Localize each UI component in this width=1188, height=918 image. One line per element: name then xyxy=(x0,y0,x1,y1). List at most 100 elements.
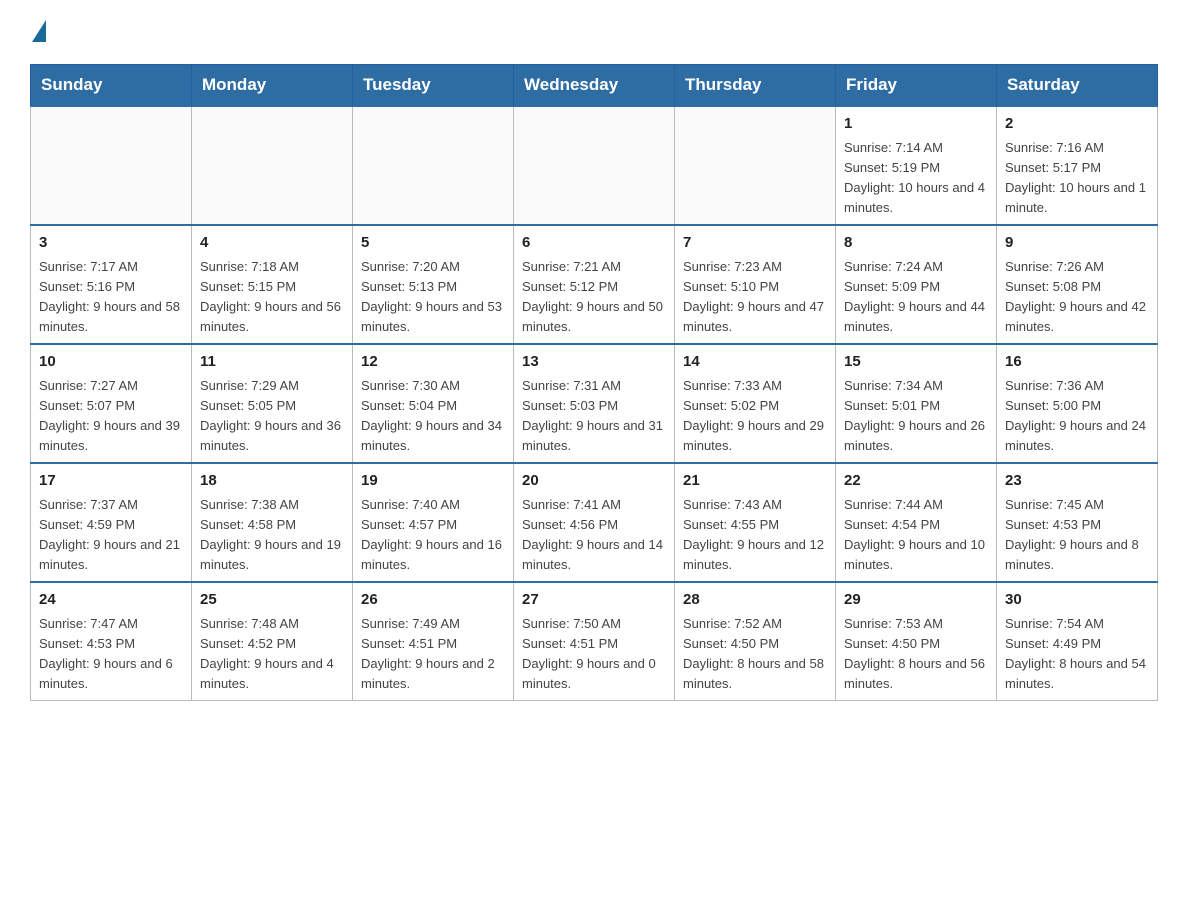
day-info: Sunrise: 7:36 AM Sunset: 5:00 PM Dayligh… xyxy=(1005,376,1149,457)
weekday-header-friday: Friday xyxy=(836,65,997,107)
calendar-cell: 2Sunrise: 7:16 AM Sunset: 5:17 PM Daylig… xyxy=(997,106,1158,225)
day-info: Sunrise: 7:34 AM Sunset: 5:01 PM Dayligh… xyxy=(844,376,988,457)
calendar-cell: 4Sunrise: 7:18 AM Sunset: 5:15 PM Daylig… xyxy=(192,225,353,344)
day-info: Sunrise: 7:16 AM Sunset: 5:17 PM Dayligh… xyxy=(1005,138,1149,219)
calendar-cell: 12Sunrise: 7:30 AM Sunset: 5:04 PM Dayli… xyxy=(353,344,514,463)
day-number: 15 xyxy=(844,351,988,374)
day-number: 19 xyxy=(361,470,505,493)
calendar-cell: 19Sunrise: 7:40 AM Sunset: 4:57 PM Dayli… xyxy=(353,463,514,582)
weekday-header-row: SundayMondayTuesdayWednesdayThursdayFrid… xyxy=(31,65,1158,107)
weekday-header-saturday: Saturday xyxy=(997,65,1158,107)
day-number: 27 xyxy=(522,589,666,612)
calendar-cell: 30Sunrise: 7:54 AM Sunset: 4:49 PM Dayli… xyxy=(997,582,1158,701)
calendar-cell: 14Sunrise: 7:33 AM Sunset: 5:02 PM Dayli… xyxy=(675,344,836,463)
day-number: 20 xyxy=(522,470,666,493)
day-number: 13 xyxy=(522,351,666,374)
calendar-cell: 7Sunrise: 7:23 AM Sunset: 5:10 PM Daylig… xyxy=(675,225,836,344)
calendar-cell: 29Sunrise: 7:53 AM Sunset: 4:50 PM Dayli… xyxy=(836,582,997,701)
day-info: Sunrise: 7:37 AM Sunset: 4:59 PM Dayligh… xyxy=(39,495,183,576)
calendar-cell: 3Sunrise: 7:17 AM Sunset: 5:16 PM Daylig… xyxy=(31,225,192,344)
calendar-cell: 18Sunrise: 7:38 AM Sunset: 4:58 PM Dayli… xyxy=(192,463,353,582)
calendar-cell: 13Sunrise: 7:31 AM Sunset: 5:03 PM Dayli… xyxy=(514,344,675,463)
day-info: Sunrise: 7:33 AM Sunset: 5:02 PM Dayligh… xyxy=(683,376,827,457)
day-info: Sunrise: 7:49 AM Sunset: 4:51 PM Dayligh… xyxy=(361,614,505,695)
week-row-4: 17Sunrise: 7:37 AM Sunset: 4:59 PM Dayli… xyxy=(31,463,1158,582)
day-info: Sunrise: 7:38 AM Sunset: 4:58 PM Dayligh… xyxy=(200,495,344,576)
day-info: Sunrise: 7:17 AM Sunset: 5:16 PM Dayligh… xyxy=(39,257,183,338)
weekday-header-monday: Monday xyxy=(192,65,353,107)
weekday-header-thursday: Thursday xyxy=(675,65,836,107)
calendar-table: SundayMondayTuesdayWednesdayThursdayFrid… xyxy=(30,64,1158,701)
week-row-3: 10Sunrise: 7:27 AM Sunset: 5:07 PM Dayli… xyxy=(31,344,1158,463)
calendar-cell: 26Sunrise: 7:49 AM Sunset: 4:51 PM Dayli… xyxy=(353,582,514,701)
day-info: Sunrise: 7:31 AM Sunset: 5:03 PM Dayligh… xyxy=(522,376,666,457)
day-number: 21 xyxy=(683,470,827,493)
day-info: Sunrise: 7:21 AM Sunset: 5:12 PM Dayligh… xyxy=(522,257,666,338)
calendar-cell: 9Sunrise: 7:26 AM Sunset: 5:08 PM Daylig… xyxy=(997,225,1158,344)
calendar-cell: 15Sunrise: 7:34 AM Sunset: 5:01 PM Dayli… xyxy=(836,344,997,463)
calendar-cell: 22Sunrise: 7:44 AM Sunset: 4:54 PM Dayli… xyxy=(836,463,997,582)
day-number: 14 xyxy=(683,351,827,374)
day-info: Sunrise: 7:18 AM Sunset: 5:15 PM Dayligh… xyxy=(200,257,344,338)
day-info: Sunrise: 7:54 AM Sunset: 4:49 PM Dayligh… xyxy=(1005,614,1149,695)
day-number: 28 xyxy=(683,589,827,612)
day-number: 6 xyxy=(522,232,666,255)
day-number: 3 xyxy=(39,232,183,255)
calendar-cell: 5Sunrise: 7:20 AM Sunset: 5:13 PM Daylig… xyxy=(353,225,514,344)
day-number: 2 xyxy=(1005,113,1149,136)
calendar-cell: 17Sunrise: 7:37 AM Sunset: 4:59 PM Dayli… xyxy=(31,463,192,582)
calendar-cell: 1Sunrise: 7:14 AM Sunset: 5:19 PM Daylig… xyxy=(836,106,997,225)
day-info: Sunrise: 7:44 AM Sunset: 4:54 PM Dayligh… xyxy=(844,495,988,576)
day-info: Sunrise: 7:30 AM Sunset: 5:04 PM Dayligh… xyxy=(361,376,505,457)
day-info: Sunrise: 7:41 AM Sunset: 4:56 PM Dayligh… xyxy=(522,495,666,576)
calendar-cell: 27Sunrise: 7:50 AM Sunset: 4:51 PM Dayli… xyxy=(514,582,675,701)
calendar-cell: 21Sunrise: 7:43 AM Sunset: 4:55 PM Dayli… xyxy=(675,463,836,582)
calendar-cell: 23Sunrise: 7:45 AM Sunset: 4:53 PM Dayli… xyxy=(997,463,1158,582)
day-number: 4 xyxy=(200,232,344,255)
day-info: Sunrise: 7:50 AM Sunset: 4:51 PM Dayligh… xyxy=(522,614,666,695)
calendar-cell: 16Sunrise: 7:36 AM Sunset: 5:00 PM Dayli… xyxy=(997,344,1158,463)
day-number: 25 xyxy=(200,589,344,612)
day-number: 5 xyxy=(361,232,505,255)
calendar-cell xyxy=(31,106,192,225)
calendar-cell: 11Sunrise: 7:29 AM Sunset: 5:05 PM Dayli… xyxy=(192,344,353,463)
day-number: 24 xyxy=(39,589,183,612)
day-number: 10 xyxy=(39,351,183,374)
calendar-cell xyxy=(514,106,675,225)
day-info: Sunrise: 7:45 AM Sunset: 4:53 PM Dayligh… xyxy=(1005,495,1149,576)
weekday-header-wednesday: Wednesday xyxy=(514,65,675,107)
week-row-2: 3Sunrise: 7:17 AM Sunset: 5:16 PM Daylig… xyxy=(31,225,1158,344)
logo-triangle-icon xyxy=(32,20,46,42)
calendar-cell: 6Sunrise: 7:21 AM Sunset: 5:12 PM Daylig… xyxy=(514,225,675,344)
day-info: Sunrise: 7:53 AM Sunset: 4:50 PM Dayligh… xyxy=(844,614,988,695)
day-number: 22 xyxy=(844,470,988,493)
day-number: 17 xyxy=(39,470,183,493)
day-number: 12 xyxy=(361,351,505,374)
day-info: Sunrise: 7:29 AM Sunset: 5:05 PM Dayligh… xyxy=(200,376,344,457)
day-info: Sunrise: 7:47 AM Sunset: 4:53 PM Dayligh… xyxy=(39,614,183,695)
week-row-5: 24Sunrise: 7:47 AM Sunset: 4:53 PM Dayli… xyxy=(31,582,1158,701)
day-info: Sunrise: 7:40 AM Sunset: 4:57 PM Dayligh… xyxy=(361,495,505,576)
day-info: Sunrise: 7:20 AM Sunset: 5:13 PM Dayligh… xyxy=(361,257,505,338)
day-info: Sunrise: 7:24 AM Sunset: 5:09 PM Dayligh… xyxy=(844,257,988,338)
day-number: 1 xyxy=(844,113,988,136)
calendar-cell: 25Sunrise: 7:48 AM Sunset: 4:52 PM Dayli… xyxy=(192,582,353,701)
day-number: 9 xyxy=(1005,232,1149,255)
day-info: Sunrise: 7:26 AM Sunset: 5:08 PM Dayligh… xyxy=(1005,257,1149,338)
week-row-1: 1Sunrise: 7:14 AM Sunset: 5:19 PM Daylig… xyxy=(31,106,1158,225)
calendar-cell: 10Sunrise: 7:27 AM Sunset: 5:07 PM Dayli… xyxy=(31,344,192,463)
day-number: 7 xyxy=(683,232,827,255)
calendar-cell xyxy=(675,106,836,225)
weekday-header-sunday: Sunday xyxy=(31,65,192,107)
calendar-cell: 24Sunrise: 7:47 AM Sunset: 4:53 PM Dayli… xyxy=(31,582,192,701)
calendar-cell xyxy=(353,106,514,225)
day-number: 26 xyxy=(361,589,505,612)
day-number: 11 xyxy=(200,351,344,374)
day-info: Sunrise: 7:48 AM Sunset: 4:52 PM Dayligh… xyxy=(200,614,344,695)
day-info: Sunrise: 7:52 AM Sunset: 4:50 PM Dayligh… xyxy=(683,614,827,695)
day-info: Sunrise: 7:27 AM Sunset: 5:07 PM Dayligh… xyxy=(39,376,183,457)
day-number: 29 xyxy=(844,589,988,612)
day-number: 30 xyxy=(1005,589,1149,612)
page-header xyxy=(30,20,1158,44)
day-info: Sunrise: 7:43 AM Sunset: 4:55 PM Dayligh… xyxy=(683,495,827,576)
